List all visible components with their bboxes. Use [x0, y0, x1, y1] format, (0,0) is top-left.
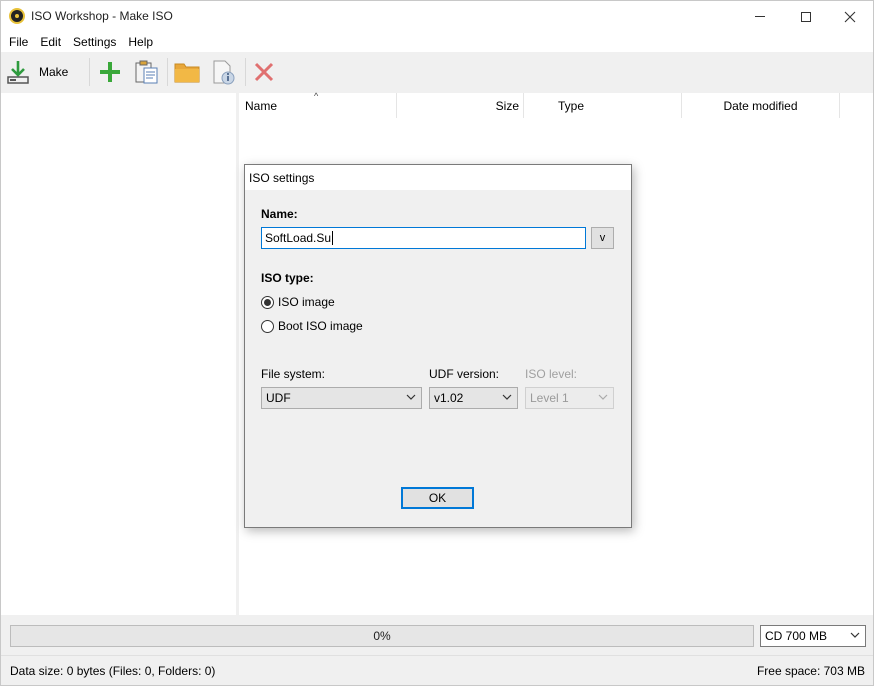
- column-date-modified-label: Date modified: [723, 98, 798, 113]
- menu-edit[interactable]: Edit: [34, 35, 67, 49]
- iso-level-label: ISO level:: [525, 367, 578, 381]
- properties-icon: [213, 60, 235, 85]
- title-bar: ISO Workshop - Make ISO: [1, 1, 873, 32]
- close-icon: [844, 11, 856, 22]
- make-button[interactable]: Make: [5, 56, 68, 88]
- iso-level-value: Level 1: [530, 391, 569, 405]
- minimize-icon: [755, 16, 765, 17]
- properties-button[interactable]: [209, 58, 237, 86]
- paste-button[interactable]: [132, 58, 160, 86]
- name-input[interactable]: SoftLoad.Su: [261, 227, 586, 249]
- progress-bar: 0%: [10, 625, 754, 647]
- radio-checked-icon: [261, 295, 274, 309]
- close-window-button[interactable]: [827, 1, 873, 32]
- column-date-modified-header[interactable]: Date modified: [682, 93, 840, 118]
- sort-ascending-icon: ^: [314, 91, 319, 101]
- bottom-bar: 0% CD 700 MB Data size: 0 bytes (Files: …: [1, 615, 873, 685]
- file-system-value: UDF: [266, 391, 291, 405]
- udf-version-label: UDF version:: [429, 367, 500, 381]
- toolbar: Make: [1, 52, 873, 93]
- iso-workshop-disc-icon: [9, 8, 25, 24]
- ok-label: OK: [428, 491, 447, 505]
- name-input-value: SoftLoad.Su: [265, 231, 332, 245]
- text-caret: [332, 231, 334, 245]
- progress-text: 0%: [373, 629, 391, 643]
- column-size-label: Size: [495, 98, 519, 113]
- file-list-header: Name ^ Size Type Date modified: [239, 91, 873, 118]
- menu-file[interactable]: File: [3, 35, 34, 49]
- radio-boot-iso-image-label: Boot ISO image: [278, 319, 363, 333]
- menu-settings[interactable]: Settings: [67, 35, 122, 49]
- chevron-down-icon: [502, 394, 512, 400]
- status-divider: [1, 655, 873, 656]
- add-files-button[interactable]: [96, 58, 124, 86]
- delete-button[interactable]: [250, 58, 278, 86]
- paste-icon: [135, 60, 158, 84]
- toolbar-separator: [167, 58, 168, 86]
- name-label: Name:: [261, 207, 298, 221]
- iso-settings-dialog: ISO settings Name: SoftLoad.Su v ISO typ…: [244, 164, 632, 528]
- chevron-down-icon: [598, 394, 608, 400]
- window-title: ISO Workshop - Make ISO: [31, 9, 173, 23]
- radio-unchecked-icon: [261, 319, 274, 333]
- ok-button[interactable]: OK: [401, 487, 474, 509]
- udf-version-select[interactable]: v1.02: [429, 387, 518, 409]
- toolbar-separator: [245, 58, 246, 86]
- add-icon: [100, 62, 120, 82]
- toolbar-separator: [89, 58, 90, 86]
- media-size-select[interactable]: CD 700 MB: [760, 625, 866, 647]
- udf-version-value: v1.02: [434, 391, 464, 405]
- data-size-status: Data size: 0 bytes (Files: 0, Folders: 0…: [10, 664, 216, 678]
- menu-help[interactable]: Help: [122, 35, 159, 49]
- new-folder-button[interactable]: [173, 58, 201, 86]
- folder-tree-pane[interactable]: [1, 93, 236, 615]
- file-system-select[interactable]: UDF: [261, 387, 422, 409]
- column-type-header[interactable]: Type: [524, 93, 682, 118]
- radio-boot-iso-image[interactable]: Boot ISO image: [261, 319, 363, 333]
- make-icon: [7, 61, 29, 84]
- radio-iso-image[interactable]: ISO image: [261, 295, 335, 309]
- make-label: Make: [39, 65, 69, 79]
- iso-type-label: ISO type:: [261, 271, 314, 285]
- media-size-value: CD 700 MB: [765, 629, 828, 643]
- name-history-label: v: [599, 232, 606, 244]
- free-space-status: Free space: 703 MB: [756, 664, 865, 678]
- column-name-header[interactable]: Name ^: [239, 91, 397, 118]
- chevron-down-icon: [850, 632, 860, 638]
- maximize-icon: [801, 11, 811, 22]
- iso-level-select: Level 1: [525, 387, 614, 409]
- column-size-header[interactable]: Size: [397, 93, 524, 118]
- dialog-title-bar: ISO settings: [245, 165, 631, 190]
- folder-icon: [174, 63, 200, 83]
- chevron-down-icon: [406, 394, 416, 400]
- menu-bar: File Edit Settings Help: [1, 32, 873, 52]
- column-type-label: Type: [558, 98, 585, 113]
- name-history-button[interactable]: v: [591, 227, 614, 249]
- delete-icon: [254, 62, 274, 82]
- dialog-title: ISO settings: [249, 170, 315, 185]
- radio-iso-image-label: ISO image: [278, 295, 335, 309]
- column-name-label: Name: [245, 98, 278, 113]
- app-window: ISO Workshop - Make ISO File Edit Settin…: [0, 0, 874, 686]
- maximize-button[interactable]: [783, 1, 829, 32]
- minimize-button[interactable]: [737, 1, 783, 32]
- file-system-label: File system:: [261, 367, 326, 381]
